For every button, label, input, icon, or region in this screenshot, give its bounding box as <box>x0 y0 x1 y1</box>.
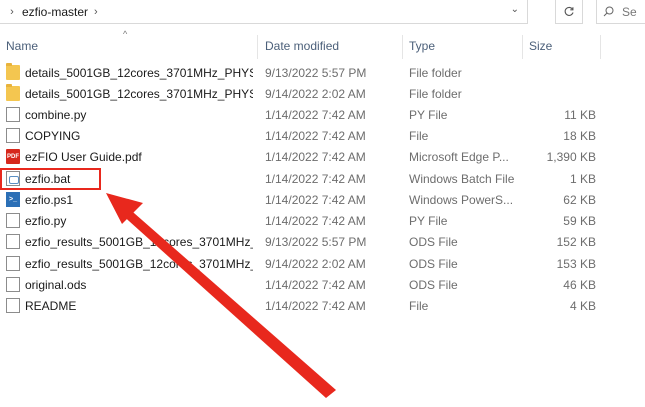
arrow-shaft <box>120 206 336 398</box>
annotation-arrow <box>106 193 336 398</box>
